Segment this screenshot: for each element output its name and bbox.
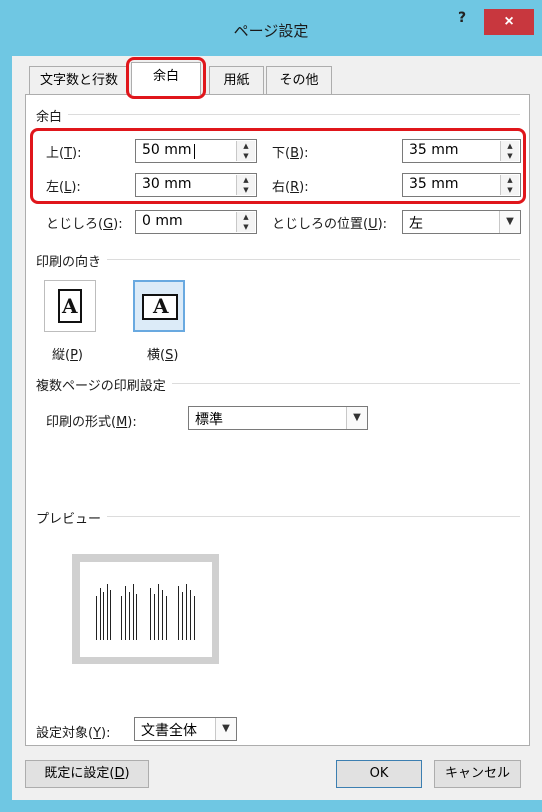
print-format-label: 印刷の形式(M): bbox=[46, 415, 137, 430]
preview-text-line bbox=[194, 596, 195, 640]
preview-text-line bbox=[125, 586, 126, 640]
preview-text-line bbox=[110, 590, 111, 640]
section-divider-margins bbox=[36, 114, 520, 115]
preview-text-line bbox=[166, 596, 167, 640]
portrait-label: 縦(P) bbox=[52, 348, 83, 363]
gutter-spinner[interactable]: ▲ ▼ bbox=[236, 212, 255, 232]
tab-paper[interactable]: 用紙 bbox=[209, 66, 264, 94]
set-default-button[interactable]: 既定に設定(D) bbox=[25, 760, 149, 788]
gutter-position-label: とじしろの位置(U): bbox=[272, 217, 388, 232]
window-frame-left bbox=[0, 0, 12, 812]
tab-highlight-annotation bbox=[126, 57, 206, 99]
spin-down-icon[interactable]: ▼ bbox=[237, 222, 255, 232]
preview-text-line bbox=[121, 596, 122, 640]
preview-text-line bbox=[150, 588, 151, 640]
preview-text-line bbox=[136, 594, 137, 640]
preview-page bbox=[80, 562, 212, 657]
landscape-page-icon: A bbox=[142, 294, 178, 320]
margin-highlight-annotation bbox=[30, 128, 526, 204]
preview-text-line bbox=[182, 592, 183, 640]
preview-text-line bbox=[154, 594, 155, 640]
landscape-label: 横(S) bbox=[147, 348, 179, 363]
gutter-position-select[interactable]: 左 ▼ bbox=[402, 210, 521, 234]
preview-text-line bbox=[96, 596, 97, 640]
portrait-button[interactable]: A bbox=[44, 280, 96, 332]
tab-characters-lines[interactable]: 文字数と行数 bbox=[29, 66, 129, 94]
close-button[interactable]: × bbox=[484, 9, 534, 35]
preview-text-line bbox=[178, 586, 179, 640]
section-label-margins: 余白 bbox=[36, 106, 69, 125]
chevron-down-icon[interactable]: ▼ bbox=[346, 407, 367, 429]
landscape-button[interactable]: A bbox=[133, 280, 185, 332]
ok-button[interactable]: OK bbox=[336, 760, 422, 788]
chevron-down-icon[interactable]: ▼ bbox=[215, 718, 236, 740]
preview-text-line bbox=[162, 590, 163, 640]
section-label-orientation: 印刷の向き bbox=[36, 251, 108, 270]
preview-text-line bbox=[133, 584, 134, 640]
print-format-select[interactable]: 標準 ▼ bbox=[188, 406, 368, 430]
section-label-multiple-pages: 複数ページの印刷設定 bbox=[36, 375, 172, 394]
preview-text-line bbox=[186, 584, 187, 640]
gutter-label: とじしろ(G): bbox=[46, 217, 123, 232]
preview-text-line bbox=[100, 588, 101, 640]
cancel-button[interactable]: キャンセル bbox=[434, 760, 521, 788]
preview-text-line bbox=[103, 592, 104, 640]
preview-text-line bbox=[190, 590, 191, 640]
section-divider-orientation bbox=[36, 259, 520, 260]
help-button[interactable]: ? bbox=[452, 10, 472, 30]
window-frame-bottom bbox=[0, 800, 542, 812]
section-label-preview: プレビュー bbox=[36, 508, 108, 527]
portrait-page-icon: A bbox=[58, 289, 82, 323]
tab-other[interactable]: その他 bbox=[266, 66, 332, 94]
preview-text-line bbox=[107, 584, 108, 640]
preview-text-line bbox=[129, 592, 130, 640]
apply-to-select[interactable]: 文書全体 ▼ bbox=[134, 717, 237, 741]
apply-to-label: 設定対象(Y): bbox=[36, 726, 111, 741]
section-divider-preview bbox=[36, 516, 520, 517]
chevron-down-icon[interactable]: ▼ bbox=[499, 211, 520, 233]
gutter-input[interactable]: 0 mm ▲ ▼ bbox=[135, 210, 257, 234]
preview-text-line bbox=[158, 584, 159, 640]
